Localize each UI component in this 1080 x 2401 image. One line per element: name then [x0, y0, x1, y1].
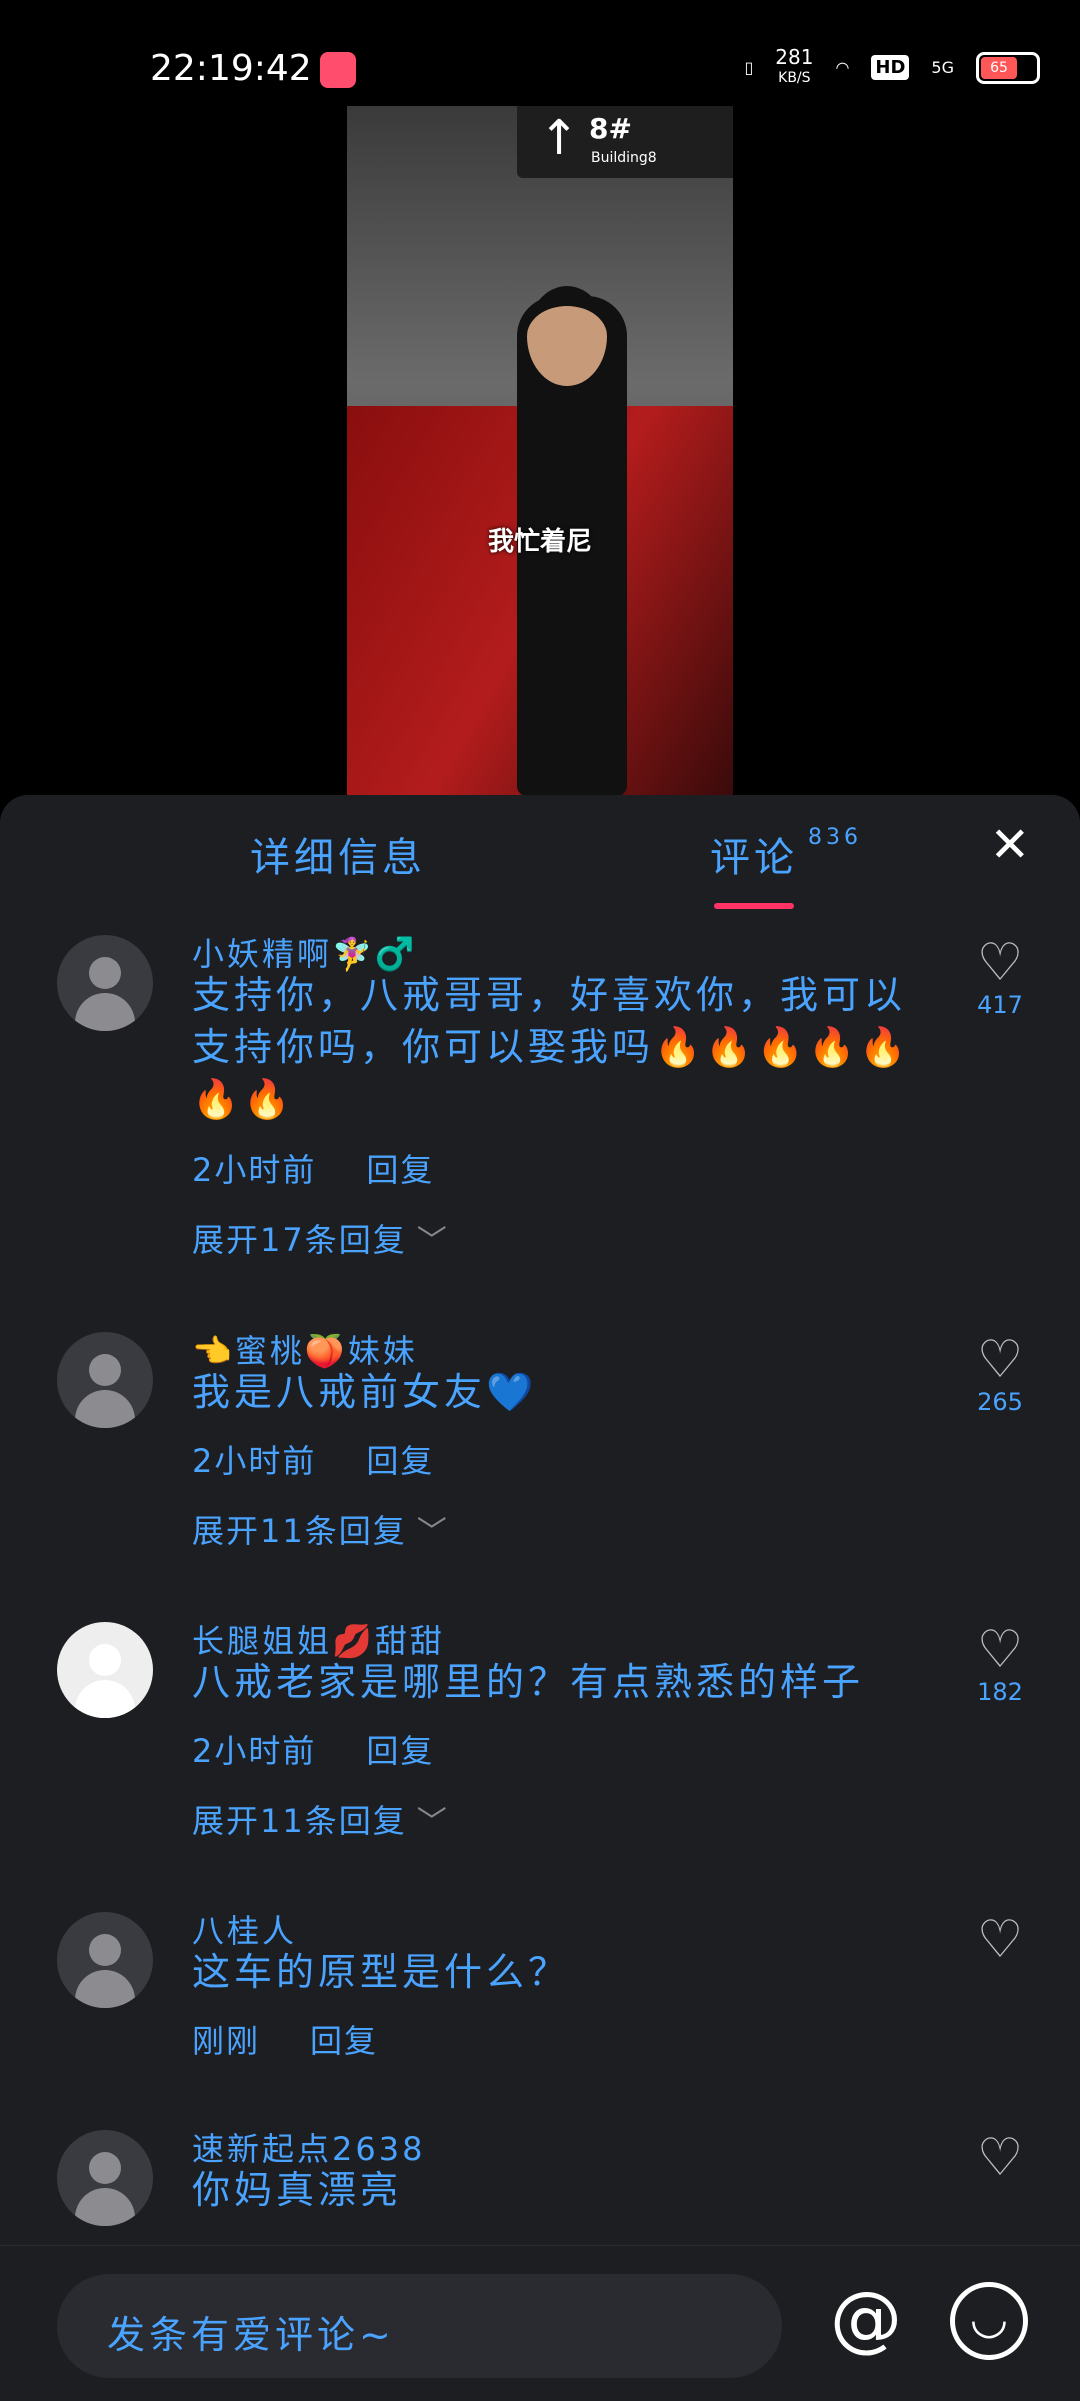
- network-speed: 281 KB/S: [775, 45, 814, 86]
- comments-count: 836: [808, 825, 862, 850]
- comment-time: 刚刚: [192, 2022, 261, 2060]
- chevron-down-icon: ﹀: [416, 1805, 449, 1840]
- hd-badge: HD: [871, 55, 910, 80]
- active-tab-indicator: [714, 903, 794, 909]
- arrow-up-icon: ↑: [539, 110, 580, 166]
- comment-meta: 2小时前 回复: [192, 1145, 434, 1191]
- comment-input-placeholder: 发条有爱评论~: [107, 2313, 395, 2357]
- like-button[interactable]: ♡: [972, 1912, 1028, 1968]
- video-person-head: [527, 286, 607, 386]
- avatar[interactable]: [57, 2130, 153, 2226]
- comment-time: 2小时前: [192, 1442, 317, 1480]
- expand-replies[interactable]: 展开17条回复 ﹀: [192, 1215, 449, 1261]
- like-count: 417: [977, 991, 1023, 1019]
- close-icon[interactable]: ✕: [990, 817, 1030, 873]
- vibrate-icon: ▯: [744, 58, 754, 77]
- comment-meta: 2小时前 回复: [192, 1436, 434, 1482]
- mention-icon[interactable]: @: [830, 2276, 902, 2360]
- tab-bar: 详细信息 评论 836 ✕: [0, 795, 1080, 915]
- like-button[interactable]: ♡ 265: [972, 1332, 1028, 1416]
- status-icons: ▯ 281 KB/S ◠ HD 5G 65: [744, 45, 1040, 87]
- battery-icon: 65: [976, 51, 1040, 84]
- like-button[interactable]: ♡ 182: [972, 1622, 1028, 1706]
- comment-meta: 2小时前 回复: [192, 1726, 434, 1772]
- wifi-icon: ◠: [835, 58, 850, 77]
- video-player[interactable]: ↑ 8# Building8 我忙着尼: [347, 106, 733, 796]
- reply-button[interactable]: 回复: [310, 2022, 378, 2060]
- chevron-down-icon: ﹀: [416, 1515, 449, 1550]
- comment-text: 八戒老家是哪里的？有点熟悉的样子: [192, 1660, 865, 1704]
- comment-text: 这车的原型是什么？: [192, 1950, 571, 1994]
- video-caption: 我忙着尼: [487, 527, 592, 557]
- status-time: 22:19:42: [150, 48, 312, 89]
- comments-sheet: 详细信息 评论 836 ✕ 小妖精啊🧚‍♀️♂️ 支持你，八戒哥哥，好喜欢你，我可…: [0, 795, 1080, 2400]
- heart-icon: ♡: [976, 933, 1024, 993]
- reply-button[interactable]: 回复: [366, 1151, 434, 1189]
- comment-text: 支持你，八戒哥哥，好喜欢你，我可以支持你吗，你可以娶我吗🔥🔥🔥🔥🔥🔥🔥: [192, 973, 911, 1121]
- reply-button[interactable]: 回复: [366, 1732, 434, 1770]
- heart-icon: ♡: [976, 1910, 1024, 1970]
- tab-comments[interactable]: 评论 836: [710, 825, 862, 883]
- chevron-down-icon: ﹀: [416, 1224, 449, 1259]
- signal-5g: 5G: [931, 58, 954, 77]
- parking-sign: ↑ 8# Building8: [517, 106, 733, 178]
- heart-icon: ♡: [976, 2128, 1024, 2188]
- emoji-icon[interactable]: ◡: [950, 2282, 1028, 2360]
- avatar[interactable]: [57, 1622, 153, 1718]
- like-count: 182: [977, 1678, 1023, 1706]
- expand-replies[interactable]: 展开11条回复 ﹀: [192, 1506, 449, 1552]
- heart-icon: ♡: [976, 1330, 1024, 1390]
- comment-meta: 刚刚 回复: [192, 2016, 378, 2062]
- like-button[interactable]: ♡: [972, 2130, 1028, 2186]
- comment-input-bar: 发条有爱评论~ @ ◡: [0, 2245, 1080, 2401]
- avatar[interactable]: [57, 1332, 153, 1428]
- reply-button[interactable]: 回复: [366, 1442, 434, 1480]
- like-count: 265: [977, 1388, 1023, 1416]
- avatar[interactable]: [57, 1912, 153, 2008]
- comment-text: 你妈真漂亮: [192, 2168, 403, 2212]
- comment-time: 2小时前: [192, 1151, 317, 1189]
- comment-text: 我是八戒前女友💙: [192, 1370, 538, 1414]
- avatar[interactable]: [57, 935, 153, 1031]
- app-notification-icon: [320, 52, 356, 88]
- tab-details[interactable]: 详细信息: [250, 825, 426, 883]
- comment-time: 2小时前: [192, 1732, 317, 1770]
- like-button[interactable]: ♡ 417: [972, 935, 1028, 1019]
- comment-input[interactable]: 发条有爱评论~: [57, 2274, 782, 2378]
- expand-replies[interactable]: 展开11条回复 ﹀: [192, 1796, 449, 1842]
- heart-icon: ♡: [976, 1620, 1024, 1680]
